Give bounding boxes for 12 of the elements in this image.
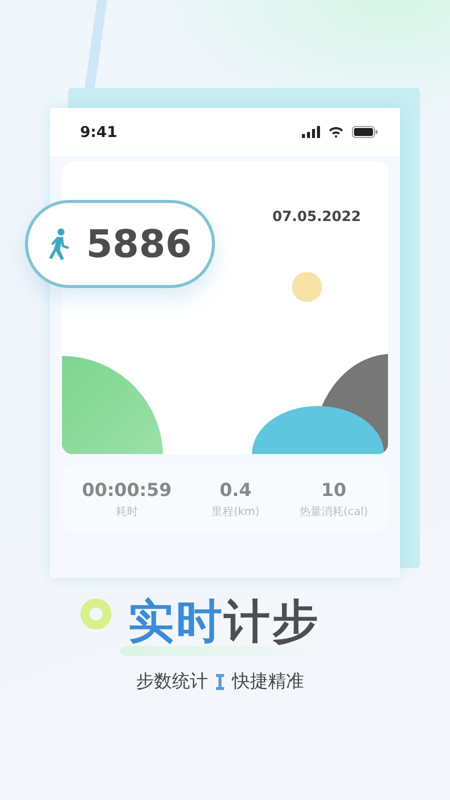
stat-value: 0.4	[220, 479, 252, 504]
subtitle-text: 步数统计	[136, 670, 208, 694]
step-count: 5886	[86, 220, 192, 268]
stat-label: 里程(km)	[212, 504, 260, 520]
date-text: 07.05.2022	[272, 208, 361, 227]
subtitle-text: 快捷精准	[232, 670, 304, 694]
stat-value: 10	[321, 479, 346, 504]
headline: 实时计步	[128, 598, 320, 644]
stat-value: 00:00:59	[82, 479, 172, 504]
status-time: 9:41	[80, 122, 118, 143]
stat-label: 热量消耗(cal)	[299, 504, 368, 520]
stat-label: 耗时	[116, 504, 138, 520]
